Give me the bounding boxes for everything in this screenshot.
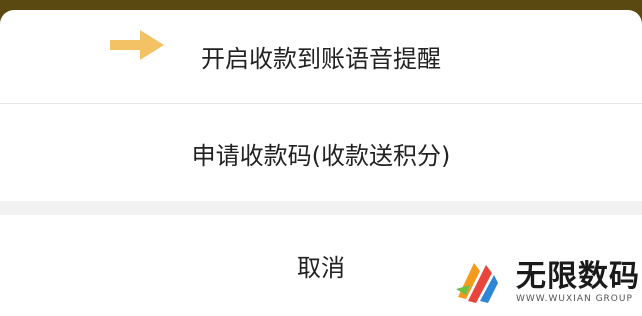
apply-payment-code-option[interactable]: 申请收款码(收款送积分) (0, 105, 642, 201)
watermark-brand-cn: 无限数码 (516, 259, 640, 294)
arrow-right-icon (110, 30, 164, 60)
watermark: 无限数码 WWW.WUXIAN GROUP (440, 248, 642, 316)
wuxian-logo (447, 252, 507, 312)
watermark-text: 无限数码 WWW.WUXIAN GROUP (516, 259, 640, 305)
voice-alert-option[interactable]: 开启收款到账语音提醒 (0, 10, 642, 104)
voice-alert-label: 开启收款到账语音提醒 (201, 45, 441, 73)
apply-payment-code-label: 申请收款码(收款送积分) (191, 141, 451, 170)
cancel-label: 取消 (297, 254, 345, 282)
watermark-brand-en: WWW.WUXIAN GROUP (516, 294, 633, 304)
section-separator (0, 201, 642, 215)
